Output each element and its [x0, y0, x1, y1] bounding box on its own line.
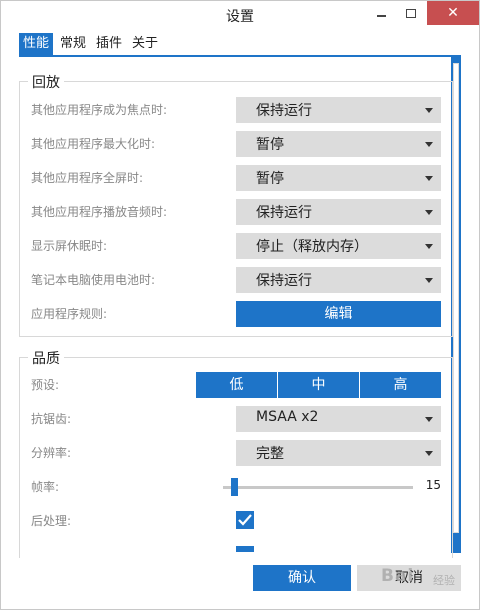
framerate-label: 帧率: [31, 480, 60, 494]
focus-dropdown[interactable]: 保持运行 [236, 97, 441, 123]
playback-legend: 回放 [28, 72, 64, 92]
audio-dropdown[interactable]: 保持运行 [236, 199, 441, 225]
resolution-label: 分辨率: [31, 446, 72, 460]
row-label: 笔记本电脑使用电池时: [31, 273, 156, 287]
dropdown-value: 暂停 [256, 137, 284, 153]
close-button[interactable]: ✕ [427, 1, 479, 25]
dropdown-value: MSAA x2 [256, 409, 319, 425]
tab-plugins[interactable]: 插件 [93, 33, 125, 55]
chevron-down-icon [425, 108, 433, 113]
ok-button[interactable]: 确认 [253, 565, 351, 591]
dropdown-value: 暂停 [256, 171, 284, 187]
preset-medium-button[interactable]: 中 [278, 372, 360, 398]
close-icon: ✕ [447, 5, 459, 21]
framerate-slider-track[interactable] [223, 486, 413, 489]
resolution-dropdown[interactable]: 完整 [236, 440, 441, 466]
edit-rules-button[interactable]: 编辑 [236, 301, 441, 327]
dropdown-value: 保持运行 [256, 103, 312, 119]
row-label: 其他应用程序最大化时: [31, 137, 156, 151]
row-maximize: 其他应用程序最大化时: 暂停 [31, 131, 441, 157]
watermark-logo: Bai 经验 [363, 563, 463, 595]
maximize-icon [406, 8, 416, 18]
dropdown-value: 保持运行 [256, 273, 312, 289]
settings-window: 设置 ✕ 性能 常规 插件 关于 回放 其他应用程序成为焦点时: 保持运行 其他… [0, 0, 480, 610]
dropdown-value: 停止（释放内存） [256, 239, 368, 255]
row-label: 其他应用程序成为焦点时: [31, 103, 168, 117]
dropdown-value: 保持运行 [256, 205, 312, 221]
row-fullscreen: 其他应用程序全屏时: 暂停 [31, 165, 441, 191]
battery-dropdown[interactable]: 保持运行 [236, 267, 441, 293]
row-preset: 预设: 低 中 高 [31, 372, 441, 398]
tab-about[interactable]: 关于 [129, 33, 161, 55]
framerate-slider-thumb[interactable] [231, 478, 238, 496]
row-sleep: 显示屏休眠时: 停止（释放内存） [31, 233, 441, 259]
row-framerate: 帧率: 15 [31, 474, 441, 500]
fullscreen-dropdown[interactable]: 暂停 [236, 165, 441, 191]
row-resolution: 分辨率: 完整 [31, 440, 441, 466]
row-app-rules: 应用程序规则: 编辑 [31, 301, 441, 327]
tab-performance[interactable]: 性能 [19, 33, 54, 55]
dropdown-value: 完整 [256, 446, 284, 462]
app-rules-label: 应用程序规则: [31, 307, 108, 321]
row-focus: 其他应用程序成为焦点时: 保持运行 [31, 97, 441, 123]
chevron-down-icon [425, 176, 433, 181]
chevron-down-icon [425, 142, 433, 147]
chevron-down-icon [425, 278, 433, 283]
scrollbar-thumb[interactable] [453, 63, 459, 533]
chevron-down-icon [425, 417, 433, 422]
watermark-text: Bai [381, 566, 415, 586]
preset-label: 预设: [31, 378, 60, 392]
tab-general[interactable]: 常规 [57, 33, 89, 55]
row-label: 显示屏休眠时: [31, 239, 108, 253]
preset-high-button[interactable]: 高 [360, 372, 441, 398]
row-partial [31, 525, 441, 553]
row-antialias: 抗锯齿: MSAA x2 [31, 406, 441, 432]
maximize-dropdown[interactable]: 暂停 [236, 131, 441, 157]
maximize-button[interactable] [397, 1, 425, 25]
quality-legend: 品质 [28, 348, 64, 368]
tab-bar: 性能 常规 插件 关于 [19, 33, 165, 55]
preset-segmented-control: 低 中 高 [196, 372, 441, 398]
minimize-icon [376, 15, 386, 17]
chevron-down-icon [425, 244, 433, 249]
antialias-dropdown[interactable]: MSAA x2 [236, 406, 441, 432]
row-battery: 笔记本电脑使用电池时: 保持运行 [31, 267, 441, 293]
row-audio: 其他应用程序播放音频时: 保持运行 [31, 199, 441, 225]
partial-checkbox[interactable] [236, 546, 254, 552]
antialias-label: 抗锯齿: [31, 412, 72, 426]
minimize-button[interactable] [367, 1, 395, 25]
title-bar: 设置 ✕ [1, 1, 479, 31]
row-label: 其他应用程序全屏时: [31, 171, 144, 185]
chevron-down-icon [425, 451, 433, 456]
watermark-sub: 经验 [433, 574, 455, 587]
sleep-dropdown[interactable]: 停止（释放内存） [236, 233, 441, 259]
chevron-down-icon [425, 210, 433, 215]
framerate-value: 15 [425, 478, 441, 492]
row-label: 其他应用程序播放音频时: [31, 205, 168, 219]
preset-low-button[interactable]: 低 [196, 372, 278, 398]
